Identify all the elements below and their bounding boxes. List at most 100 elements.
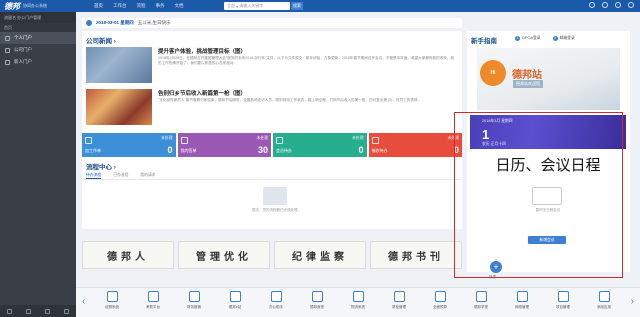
logistics-icon bbox=[352, 291, 364, 302]
school-icon bbox=[475, 291, 487, 302]
sidebar-item-personal-portal[interactable]: 个人门户 bbox=[0, 32, 76, 44]
app-dock: ‹ 证照系统 考勤平台 财务报销 德邦e站 办公助手 德邦食堂 物流系统 质检管… bbox=[76, 287, 640, 317]
dock-app[interactable]: 全面预算 bbox=[426, 291, 454, 310]
message-icon[interactable] bbox=[589, 2, 595, 8]
add-meeting-button[interactable]: 新增会议 bbox=[528, 236, 566, 244]
logo-mark: 德邦 bbox=[4, 0, 20, 11]
tile-label: 催收待办 bbox=[371, 148, 388, 153]
sound-icon[interactable] bbox=[45, 308, 50, 314]
dock-app[interactable]: 财务报销 bbox=[180, 291, 208, 310]
member-icon bbox=[276, 137, 283, 144]
tab-my-requests[interactable]: 我的请求 bbox=[140, 173, 155, 179]
add-label: 新建 bbox=[489, 275, 496, 279]
pen-icon bbox=[180, 137, 188, 144]
flow-title[interactable]: 流程中心 › bbox=[82, 159, 462, 171]
stat-tiles: 未处理 0 加工作单 未处理 30 我的签单 未处理 0 会员待办 未处理 0 … bbox=[82, 133, 462, 157]
dock-app[interactable]: 证照系统 bbox=[98, 291, 126, 310]
current-date: 2018-03-01 星期四 bbox=[96, 20, 134, 25]
settings-icon[interactable] bbox=[615, 2, 621, 8]
canteen-icon bbox=[311, 291, 323, 302]
dock-prev-arrow[interactable]: ‹ bbox=[82, 296, 85, 307]
search-scope[interactable]: 全部 bbox=[227, 3, 235, 9]
app-subtitle: 协同办公系统 bbox=[23, 3, 47, 8]
dock-app[interactable]: 办公助手 bbox=[262, 291, 290, 310]
clock-icon bbox=[147, 291, 159, 302]
banner-publications[interactable]: 德邦书刊 bbox=[370, 241, 462, 269]
news-summary: "文化宣传家的人"春节假期归家结束，德邦节后服务，全国各地走访人员，顺利到岗工作… bbox=[158, 98, 421, 102]
top-icons bbox=[589, 2, 634, 8]
project-icon bbox=[557, 291, 569, 302]
sidebar-item-label: 个人门户 bbox=[14, 35, 32, 40]
assistant-icon bbox=[270, 291, 282, 302]
user-icon bbox=[5, 35, 10, 41]
topnav-item-home[interactable]: 首页 bbox=[94, 3, 103, 9]
user-icon[interactable] bbox=[628, 2, 634, 8]
stat-tile-member-todo[interactable]: 未处理 0 会员待办 bbox=[273, 133, 367, 157]
flow-tabs: 待办流程 已办流程 我的请求 bbox=[82, 171, 462, 180]
tile-value: 0 bbox=[453, 145, 459, 155]
dock-app[interactable]: 德邦学堂 bbox=[467, 291, 495, 310]
news-headline[interactable]: 提升客户体验，挑战管理目标（图） bbox=[158, 47, 246, 55]
step-mail-login[interactable]: 2 邮箱登录 bbox=[552, 36, 575, 41]
dock-app[interactable]: 质检管理 bbox=[385, 291, 413, 310]
tab-done[interactable]: 已办流程 bbox=[113, 173, 128, 179]
app-logo[interactable]: 德邦 协同办公系统 bbox=[0, 0, 76, 12]
dock-app[interactable]: 德邦食堂 bbox=[303, 291, 331, 310]
sidebar-footer bbox=[0, 305, 76, 317]
flow-empty-state: 暂无，您的流程都已完成处理 bbox=[252, 187, 298, 213]
sidebar-section: 首页 bbox=[0, 23, 76, 32]
power-icon[interactable] bbox=[64, 308, 69, 314]
calendar-headline: 日历、会议日程 bbox=[495, 157, 601, 174]
users-icon bbox=[5, 59, 10, 65]
step-opoa-login[interactable]: 1 OPOA登录 bbox=[515, 36, 541, 41]
dock-app[interactable]: 网络管理 bbox=[508, 291, 536, 310]
guide-steps: 1 OPOA登录 2 邮箱登录 bbox=[515, 36, 575, 41]
news-item[interactable]: 提升客户体验，挑战管理目标（图） 2018年2月28日，在德邦召开集团管理大会"… bbox=[86, 47, 458, 85]
greeting: 五斗米,生日快乐 bbox=[137, 20, 171, 25]
news-title[interactable]: 公司新闻 › bbox=[82, 31, 462, 45]
quality-icon bbox=[393, 291, 405, 302]
search-input[interactable]: 全部 ▾ 请输入关键字 bbox=[224, 2, 290, 10]
promo-banner[interactable]: Hi 德邦站 德邦站欢迎您 bbox=[477, 48, 620, 110]
gear-icon[interactable] bbox=[26, 308, 31, 314]
banner-debang-people[interactable]: 德邦人 bbox=[82, 241, 174, 269]
sidebar-item-company-portal[interactable]: 公司门户 bbox=[0, 44, 76, 56]
news-thumbnail[interactable] bbox=[86, 47, 152, 83]
topnav-item-flow[interactable]: 流程 bbox=[137, 3, 146, 9]
sidebar-item-newcomer-portal[interactable]: 新人门户 bbox=[0, 56, 76, 68]
calendar-empty-message: 暂时无日程会议 bbox=[535, 208, 561, 212]
news-thumbnail[interactable] bbox=[86, 89, 152, 125]
lock-icon[interactable] bbox=[7, 308, 12, 314]
dock-app[interactable]: 德邦e站 bbox=[221, 291, 249, 310]
date-bar: 2018-03-01 星期四 五斗米,生日快乐 bbox=[82, 18, 462, 28]
stat-tile-my-signings[interactable]: 未处理 30 我的签单 bbox=[177, 133, 271, 157]
stat-tile-collection-todo[interactable]: 未处理 0 催收待办 bbox=[368, 133, 462, 157]
certificate-icon bbox=[106, 291, 118, 302]
banner-management[interactable]: 管理优化 bbox=[178, 241, 270, 269]
dock-app[interactable]: 考勤平台 bbox=[139, 291, 167, 310]
dock-next-arrow[interactable]: › bbox=[631, 296, 634, 307]
banner-discipline[interactable]: 纪律监察 bbox=[274, 241, 366, 269]
topnav-item-affairs[interactable]: 事务 bbox=[156, 3, 165, 9]
tile-value: 0 bbox=[358, 145, 364, 155]
add-button[interactable]: + bbox=[490, 261, 502, 273]
dock-app[interactable]: 物流系统 bbox=[344, 291, 372, 310]
tile-value: 30 bbox=[257, 145, 268, 155]
network-icon bbox=[516, 291, 528, 302]
news-headline[interactable]: 告别归乡节后收入新篇第一枪（图） bbox=[158, 89, 246, 97]
topnav-item-docs[interactable]: 文档 bbox=[175, 3, 184, 9]
top-bar: 德邦 协同办公系统 首页 工作台 流程 事务 文档 bbox=[0, 0, 640, 12]
bell-icon[interactable] bbox=[602, 2, 608, 8]
topnav-item-workbench[interactable]: 工作台 bbox=[113, 3, 127, 9]
empty-illustration-icon bbox=[262, 187, 287, 205]
search-button[interactable]: 搜索 bbox=[291, 2, 303, 10]
sidebar-user: 流量名 办公门户管理 bbox=[0, 12, 76, 23]
dock-app[interactable]: 项目管理 bbox=[549, 291, 577, 310]
tab-pending[interactable]: 待办流程 bbox=[86, 173, 102, 179]
building-icon bbox=[5, 47, 10, 53]
stat-tile-work-orders[interactable]: 未处理 0 加工作单 bbox=[82, 133, 176, 157]
dock-app[interactable]: 添加应用 bbox=[590, 291, 618, 310]
culture-banners: 德邦人 管理优化 纪律监察 德邦书刊 bbox=[82, 241, 462, 269]
news-item[interactable]: 告别归乡节后收入新篇第一枪（图） "文化宣传家的人"春节假期归家结束，德邦节后服… bbox=[86, 89, 458, 127]
guide-panel: 新手指南 1 OPOA登录 2 邮箱登录 Hi 德邦站 德邦站欢迎您 2018年3月… bbox=[467, 31, 630, 272]
